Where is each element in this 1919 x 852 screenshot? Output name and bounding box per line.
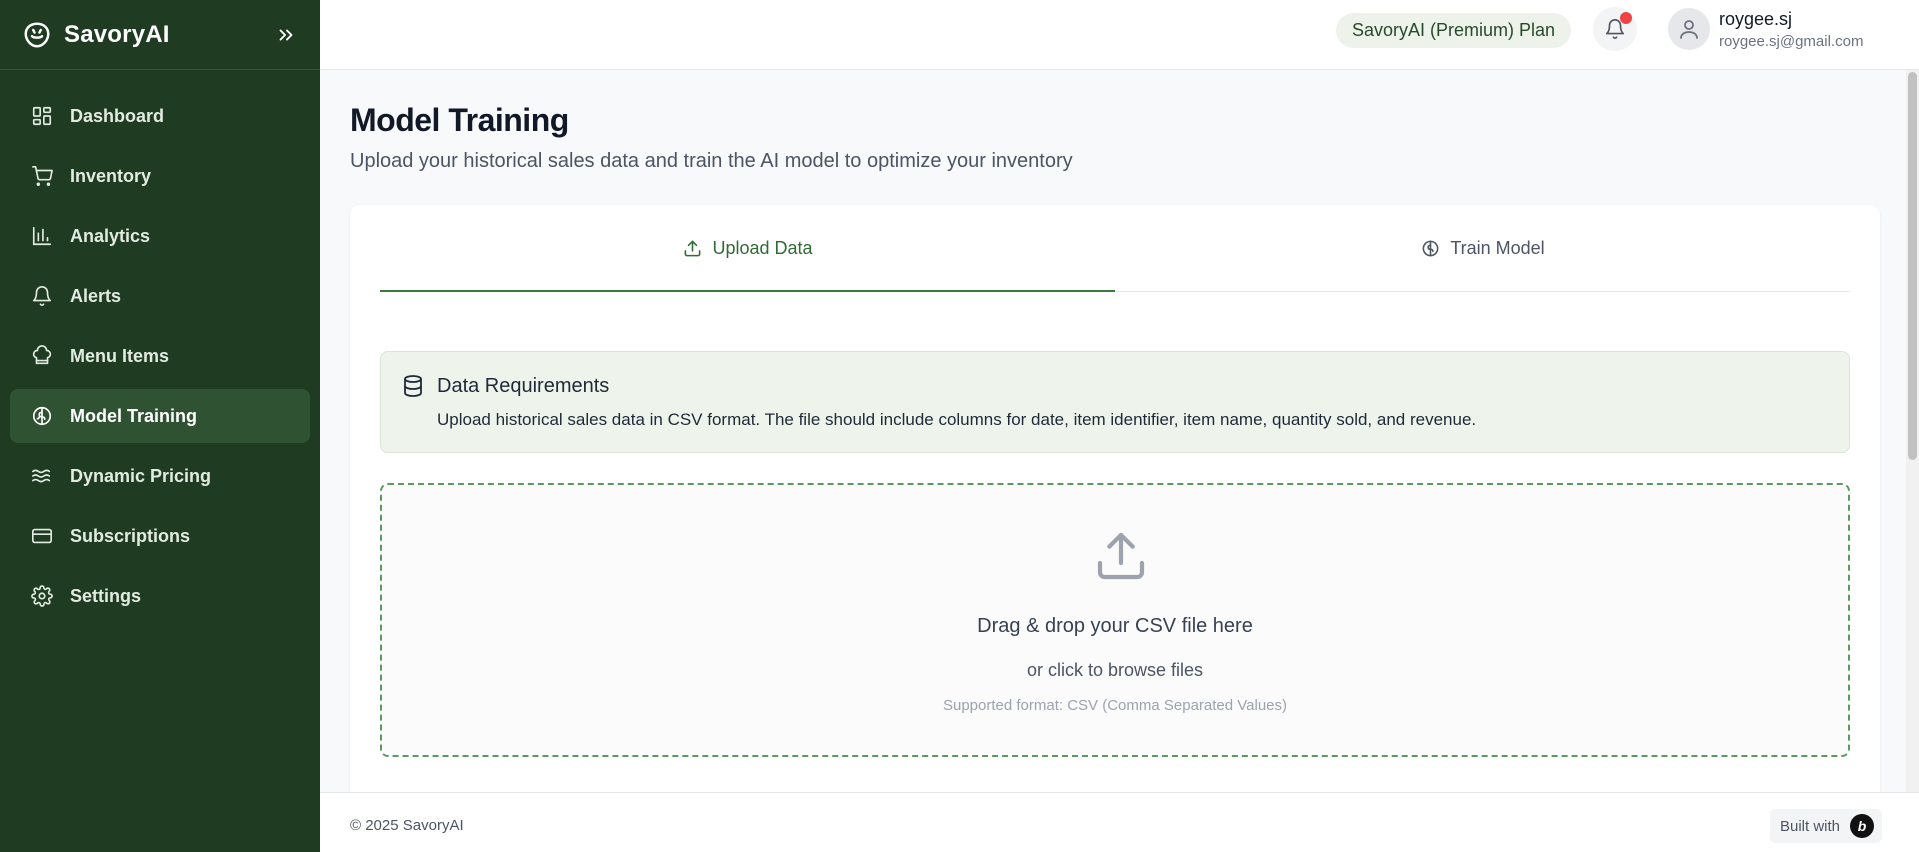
tab-label: Upload Data: [712, 237, 813, 258]
expand-sidebar-icon[interactable]: [274, 23, 298, 47]
sidebar-item-label: Inventory: [70, 165, 152, 186]
sidebar-nav: Dashboard Inventory Analytics Alerts Men…: [0, 70, 320, 623]
bolt-logo-icon: b: [1850, 814, 1875, 838]
built-with-label: Built with: [1780, 817, 1841, 835]
bell-icon: [30, 284, 54, 308]
upload-icon: [1093, 528, 1149, 584]
supported-format-note: Supported format: CSV (Comma Separated V…: [942, 697, 1288, 714]
data-requirements-panel: Data Requirements Upload historical sale…: [380, 351, 1850, 453]
browse-files-link[interactable]: or click to browse files: [382, 660, 1848, 681]
requirements-title: Data Requirements: [437, 375, 610, 397]
sidebar-item-label: Menu Items: [70, 345, 170, 366]
user-icon: [1680, 20, 1698, 39]
sidebar-item-alerts[interactable]: Alerts: [10, 269, 310, 323]
cart-icon: [30, 164, 54, 188]
upload-icon: [682, 238, 702, 258]
sidebar-item-analytics[interactable]: Analytics: [10, 209, 310, 263]
page-title: Model Training: [350, 102, 569, 138]
brain-icon: [30, 404, 54, 428]
sidebar-item-label: Dashboard: [70, 105, 165, 126]
sidebar-item-menu-items[interactable]: Menu Items: [10, 329, 310, 383]
sidebar-item-inventory[interactable]: Inventory: [10, 149, 310, 203]
brand-bar: SavoryAI: [0, 0, 320, 70]
chef-hat-icon: [30, 344, 54, 368]
main-content: Model Training Upload your historical sa…: [320, 70, 1919, 792]
built-with-badge[interactable]: Built with b: [1770, 809, 1883, 843]
waves-icon: [30, 464, 54, 488]
sidebar-item-label: Analytics: [70, 225, 151, 246]
dashboard-icon: [30, 104, 54, 128]
notifications-button[interactable]: [1593, 7, 1637, 51]
copyright-text: © 2025 SavoryAI: [350, 817, 464, 834]
user-name: roygee.sj: [1719, 9, 1793, 29]
avatar[interactable]: [1668, 8, 1710, 50]
user-email: roygee.sj@gmail.com: [1719, 33, 1864, 50]
training-card: Upload Data Train Model Data Requirement…: [350, 205, 1880, 792]
scrollbar[interactable]: [1906, 70, 1919, 792]
csv-dropzone[interactable]: Drag & drop your CSV file here or click …: [380, 483, 1850, 757]
sidebar-item-dynamic-pricing[interactable]: Dynamic Pricing: [10, 449, 310, 503]
footer: © 2025 SavoryAI Built with b: [320, 792, 1919, 852]
scrollbar-thumb[interactable]: [1908, 72, 1917, 460]
notification-dot: [1620, 12, 1632, 24]
sidebar-item-label: Alerts: [70, 285, 122, 306]
sidebar-item-label: Settings: [70, 585, 142, 606]
sidebar-item-label: Subscriptions: [70, 525, 191, 546]
logo-icon: [22, 20, 52, 50]
gear-icon: [30, 584, 54, 608]
sidebar-item-label: Dynamic Pricing: [70, 465, 212, 486]
sidebar-item-model-training[interactable]: Model Training: [10, 389, 310, 443]
dropzone-title: Drag & drop your CSV file here: [977, 615, 1253, 637]
tab-train-model[interactable]: Train Model: [1115, 205, 1850, 291]
tab-upload-data[interactable]: Upload Data: [380, 205, 1115, 292]
app-name: SavoryAI: [64, 20, 170, 48]
sidebar: SavoryAI Dashboard Inventory Analytics A…: [0, 0, 320, 852]
sidebar-item-subscriptions[interactable]: Subscriptions: [10, 509, 310, 563]
plan-badge: SavoryAI (Premium) Plan: [1336, 13, 1572, 48]
sidebar-item-label: Model Training: [70, 405, 198, 426]
sidebar-item-dashboard[interactable]: Dashboard: [10, 89, 310, 143]
database-icon: [401, 374, 425, 398]
sidebar-item-settings[interactable]: Settings: [10, 569, 310, 623]
top-header: SavoryAI (Premium) Plan roygee.sj roygee…: [320, 0, 1919, 70]
user-info[interactable]: roygee.sj roygee.sj@gmail.com: [1719, 9, 1863, 50]
tab-bar: Upload Data Train Model: [380, 205, 1850, 292]
page-subtitle: Upload your historical sales data and tr…: [350, 150, 1073, 172]
tab-label: Train Model: [1450, 237, 1545, 258]
credit-card-icon: [30, 524, 54, 548]
requirements-text: Upload historical sales data in CSV form…: [437, 410, 1477, 429]
bar-chart-icon: [30, 224, 54, 248]
brain-icon: [1420, 238, 1440, 258]
